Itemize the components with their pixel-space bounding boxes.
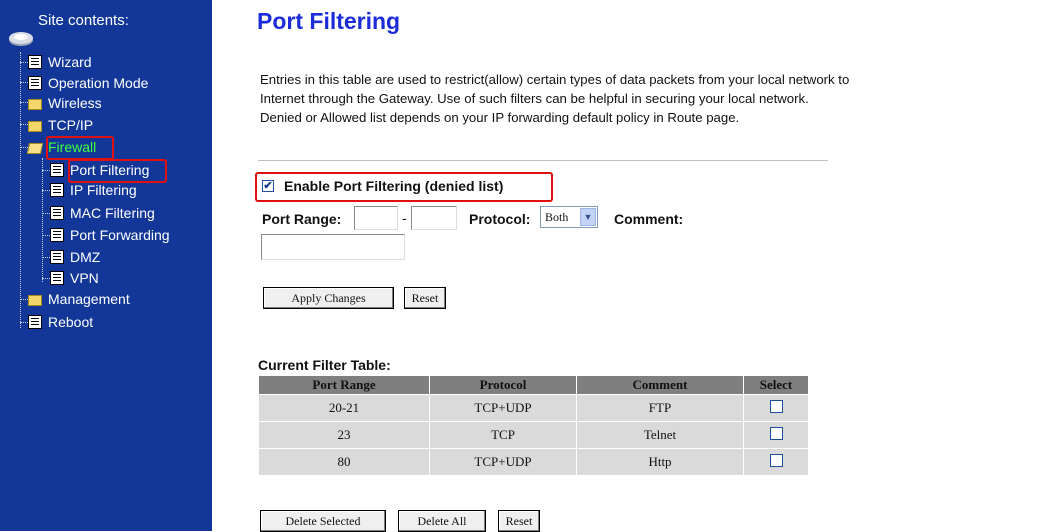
row-select-checkbox[interactable] xyxy=(769,453,783,467)
select-cell xyxy=(743,448,809,476)
port-range-cell: 80 xyxy=(258,448,430,476)
comment-cell: FTP xyxy=(576,394,744,422)
page-icon xyxy=(28,76,42,90)
port-range-label: Port Range: xyxy=(262,211,342,227)
port-range-cell: 20-21 xyxy=(258,394,430,422)
sidebar-item-label: Reboot xyxy=(48,314,94,330)
site-contents-header: Site contents: xyxy=(8,12,208,48)
port-range-start-input[interactable] xyxy=(354,206,398,230)
folder-icon xyxy=(28,294,42,306)
comment-cell: Telnet xyxy=(576,421,744,449)
page-icon xyxy=(50,271,64,285)
page-icon xyxy=(50,163,64,177)
chevron-down-icon: ▼ xyxy=(580,208,596,226)
intro-text: Entries in this table are used to restri… xyxy=(260,72,850,125)
protocol-cell: TCP xyxy=(429,421,577,449)
sidebar-item-ip-filtering[interactable]: IP Filtering xyxy=(50,180,137,200)
comment-input[interactable] xyxy=(261,234,405,260)
page-icon xyxy=(50,183,64,197)
column-header-select: Select xyxy=(743,375,809,395)
delete-all-button[interactable]: Delete All xyxy=(398,510,486,532)
page-icon xyxy=(50,206,64,220)
sidebar-item-mac-filtering[interactable]: MAC Filtering xyxy=(50,203,155,223)
filter-table: Port Range Protocol Comment Select 20-21… xyxy=(258,375,809,476)
enable-port-filtering-label: Enable Port Filtering (denied list) xyxy=(284,178,504,194)
reset-button[interactable]: Reset xyxy=(404,287,446,309)
sidebar-item-wireless[interactable]: Wireless xyxy=(28,93,102,113)
sidebar-item-reboot[interactable]: Reboot xyxy=(28,312,93,332)
table-row: 23 TCP Telnet xyxy=(258,421,809,449)
delete-selected-button[interactable]: Delete Selected xyxy=(260,510,386,532)
page-icon xyxy=(28,55,42,69)
port-range-separator: - xyxy=(402,210,407,226)
protocol-label: Protocol: xyxy=(469,211,531,227)
sidebar-item-management[interactable]: Management xyxy=(28,289,130,309)
comment-cell: Http xyxy=(576,448,744,476)
sidebar-item-dmz[interactable]: DMZ xyxy=(50,247,100,267)
select-cell xyxy=(743,421,809,449)
column-header-protocol: Protocol xyxy=(429,375,577,395)
protocol-cell: TCP+UDP xyxy=(429,448,577,476)
apply-changes-button[interactable]: Apply Changes xyxy=(263,287,394,309)
column-header-comment: Comment xyxy=(576,375,744,395)
port-range-cell: 23 xyxy=(258,421,430,449)
divider xyxy=(258,160,828,161)
filter-table-title: Current Filter Table: xyxy=(258,357,391,373)
sidebar-item-label: TCP/IP xyxy=(48,117,94,133)
sidebar-item-label: IP Filtering xyxy=(70,182,137,198)
sidebar-item-label: Wizard xyxy=(48,54,92,70)
column-header-port-range: Port Range xyxy=(258,375,430,395)
page-icon xyxy=(50,250,64,264)
folder-icon xyxy=(28,98,42,110)
sidebar-item-label: DMZ xyxy=(70,249,101,265)
protocol-select-value: Both xyxy=(545,210,569,224)
table-reset-button[interactable]: Reset xyxy=(498,510,540,532)
open-folder-icon xyxy=(26,142,44,154)
sidebar-item-port-forwarding[interactable]: Port Forwarding xyxy=(50,225,170,245)
firewall-highlight-box xyxy=(46,136,114,160)
page-icon xyxy=(28,315,42,329)
site-contents-title: Site contents: xyxy=(38,12,129,29)
globe-icon xyxy=(9,32,33,46)
page-title: Port Filtering xyxy=(257,8,401,34)
folder-icon xyxy=(28,120,42,132)
row-select-checkbox[interactable] xyxy=(769,426,783,440)
sidebar-item-wizard[interactable]: Wizard xyxy=(28,52,92,72)
row-select-checkbox[interactable] xyxy=(769,399,783,413)
enable-port-filtering-checkbox[interactable]: ✔ xyxy=(262,180,274,192)
sidebar-item-label: Operation Mode xyxy=(48,75,149,91)
enable-port-filtering: ✔ Enable Port Filtering (denied list) xyxy=(262,178,503,194)
sidebar-item-label: Management xyxy=(48,291,130,307)
sidebar-item-label: VPN xyxy=(70,270,99,286)
comment-label: Comment: xyxy=(614,211,684,227)
sidebar-item-label: Wireless xyxy=(48,95,102,111)
sidebar-item-vpn[interactable]: VPN xyxy=(50,268,99,288)
sidebar-item-operation-mode[interactable]: Operation Mode xyxy=(28,73,148,93)
table-row: 80 TCP+UDP Http xyxy=(258,448,809,476)
sidebar-item-tcpip[interactable]: TCP/IP xyxy=(28,115,93,135)
protocol-cell: TCP+UDP xyxy=(429,394,577,422)
protocol-select[interactable]: Both ▼ xyxy=(540,206,598,228)
port-range-end-input[interactable] xyxy=(411,206,457,230)
sidebar-item-label: MAC Filtering xyxy=(70,205,155,221)
page-icon xyxy=(50,228,64,242)
sidebar: Site contents: Wizard Operation Mode Wir… xyxy=(0,0,212,531)
table-row: 20-21 TCP+UDP FTP xyxy=(258,394,809,422)
sidebar-item-label: Port Forwarding xyxy=(70,227,170,243)
select-cell xyxy=(743,394,809,422)
